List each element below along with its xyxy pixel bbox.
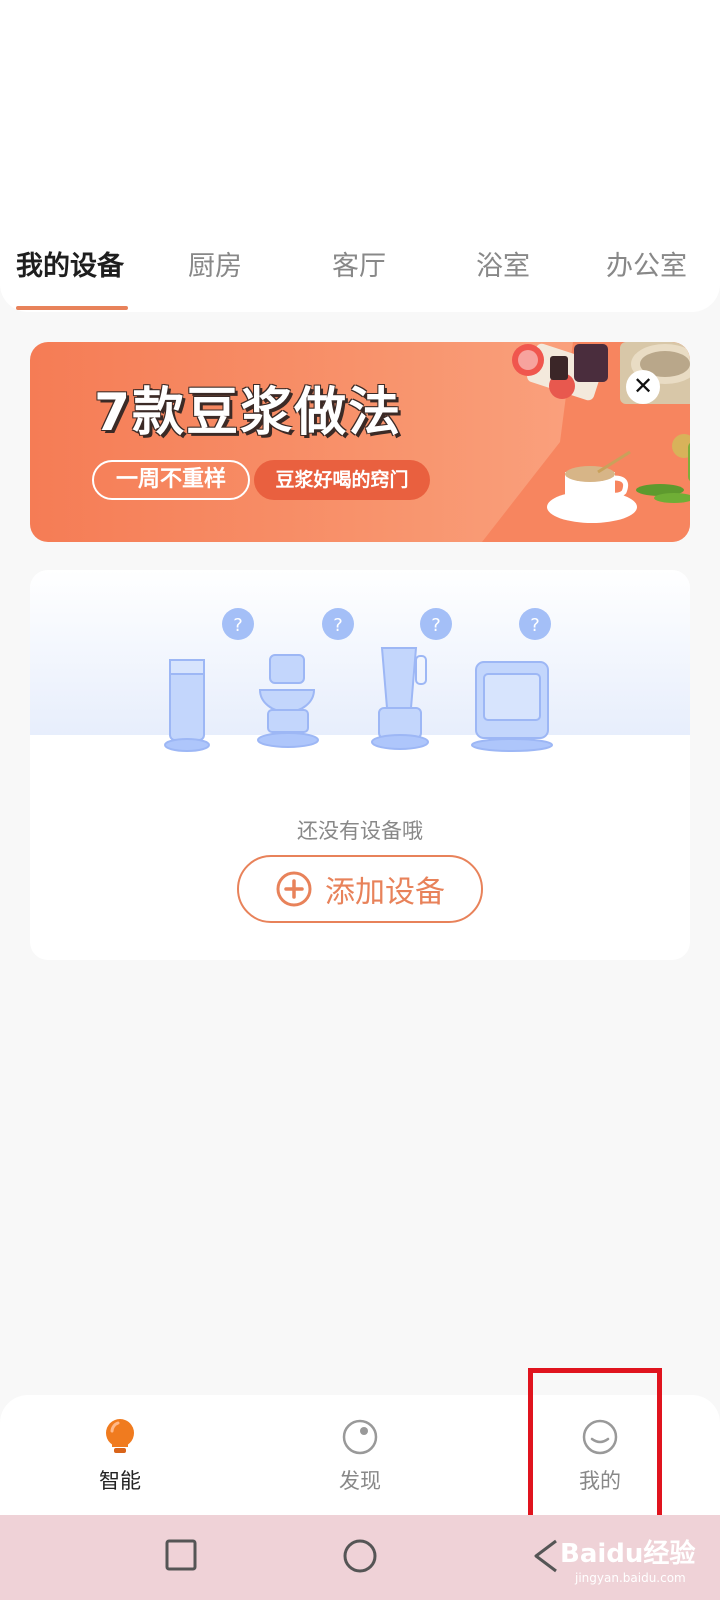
add-device-button[interactable]: 添加设备 (237, 855, 483, 923)
tab-indicator (16, 306, 128, 310)
appliances-illustration: ? ? ? ? (164, 608, 553, 752)
tab-bathroom[interactable]: 浴室 (476, 244, 530, 283)
plus-circle-icon (276, 871, 312, 907)
promo-banner[interactable]: 7款豆浆做法 一周不重样 豆浆好喝的窍门 ✕ (30, 342, 690, 542)
watermark-url: jingyan.baidu.com (575, 1571, 686, 1585)
bulb-icon (106, 1419, 134, 1453)
tab-office[interactable]: 办公室 (606, 244, 687, 283)
banner-title: 7款豆浆做法 (94, 383, 403, 443)
question-mark: ? (333, 615, 343, 636)
highlight-annotation (528, 1368, 662, 1534)
empty-message: 还没有设备哦 (297, 819, 423, 843)
close-icon[interactable]: ✕ (626, 370, 660, 404)
nav-item-smart[interactable]: 智能 (60, 1417, 180, 1495)
banner-tag-solid: 豆浆好喝的窍门 (254, 460, 430, 500)
room-tabs: 我的设备 厨房 客厅 浴室 办公室 (0, 230, 720, 312)
question-mark: ? (233, 615, 243, 636)
recent-apps-icon[interactable] (163, 1537, 201, 1575)
watermark-brand: Baidu经验 (560, 1539, 696, 1569)
tab-my-devices[interactable]: 我的设备 (16, 244, 124, 283)
nav-label-discover: 发现 (339, 1469, 381, 1493)
question-mark: ? (431, 615, 441, 636)
add-device-label: 添加设备 (325, 875, 445, 910)
home-icon[interactable] (341, 1537, 379, 1575)
nav-label-smart: 智能 (99, 1469, 141, 1493)
tab-living-room[interactable]: 客厅 (332, 244, 386, 283)
nav-item-discover[interactable]: 发现 (300, 1417, 420, 1495)
empty-devices-card: ? ? ? ? 还没有设备哦 添加设备 (30, 570, 690, 960)
system-nav-bar: Baidu经验 jingyan.baidu.com (0, 1515, 720, 1600)
tab-kitchen[interactable]: 厨房 (188, 244, 242, 283)
discover-icon (342, 1419, 378, 1455)
top-blank-area (0, 0, 720, 230)
food-illustration (512, 342, 690, 523)
question-mark: ? (530, 615, 540, 636)
banner-tag-outline: 一周不重样 (92, 460, 250, 500)
